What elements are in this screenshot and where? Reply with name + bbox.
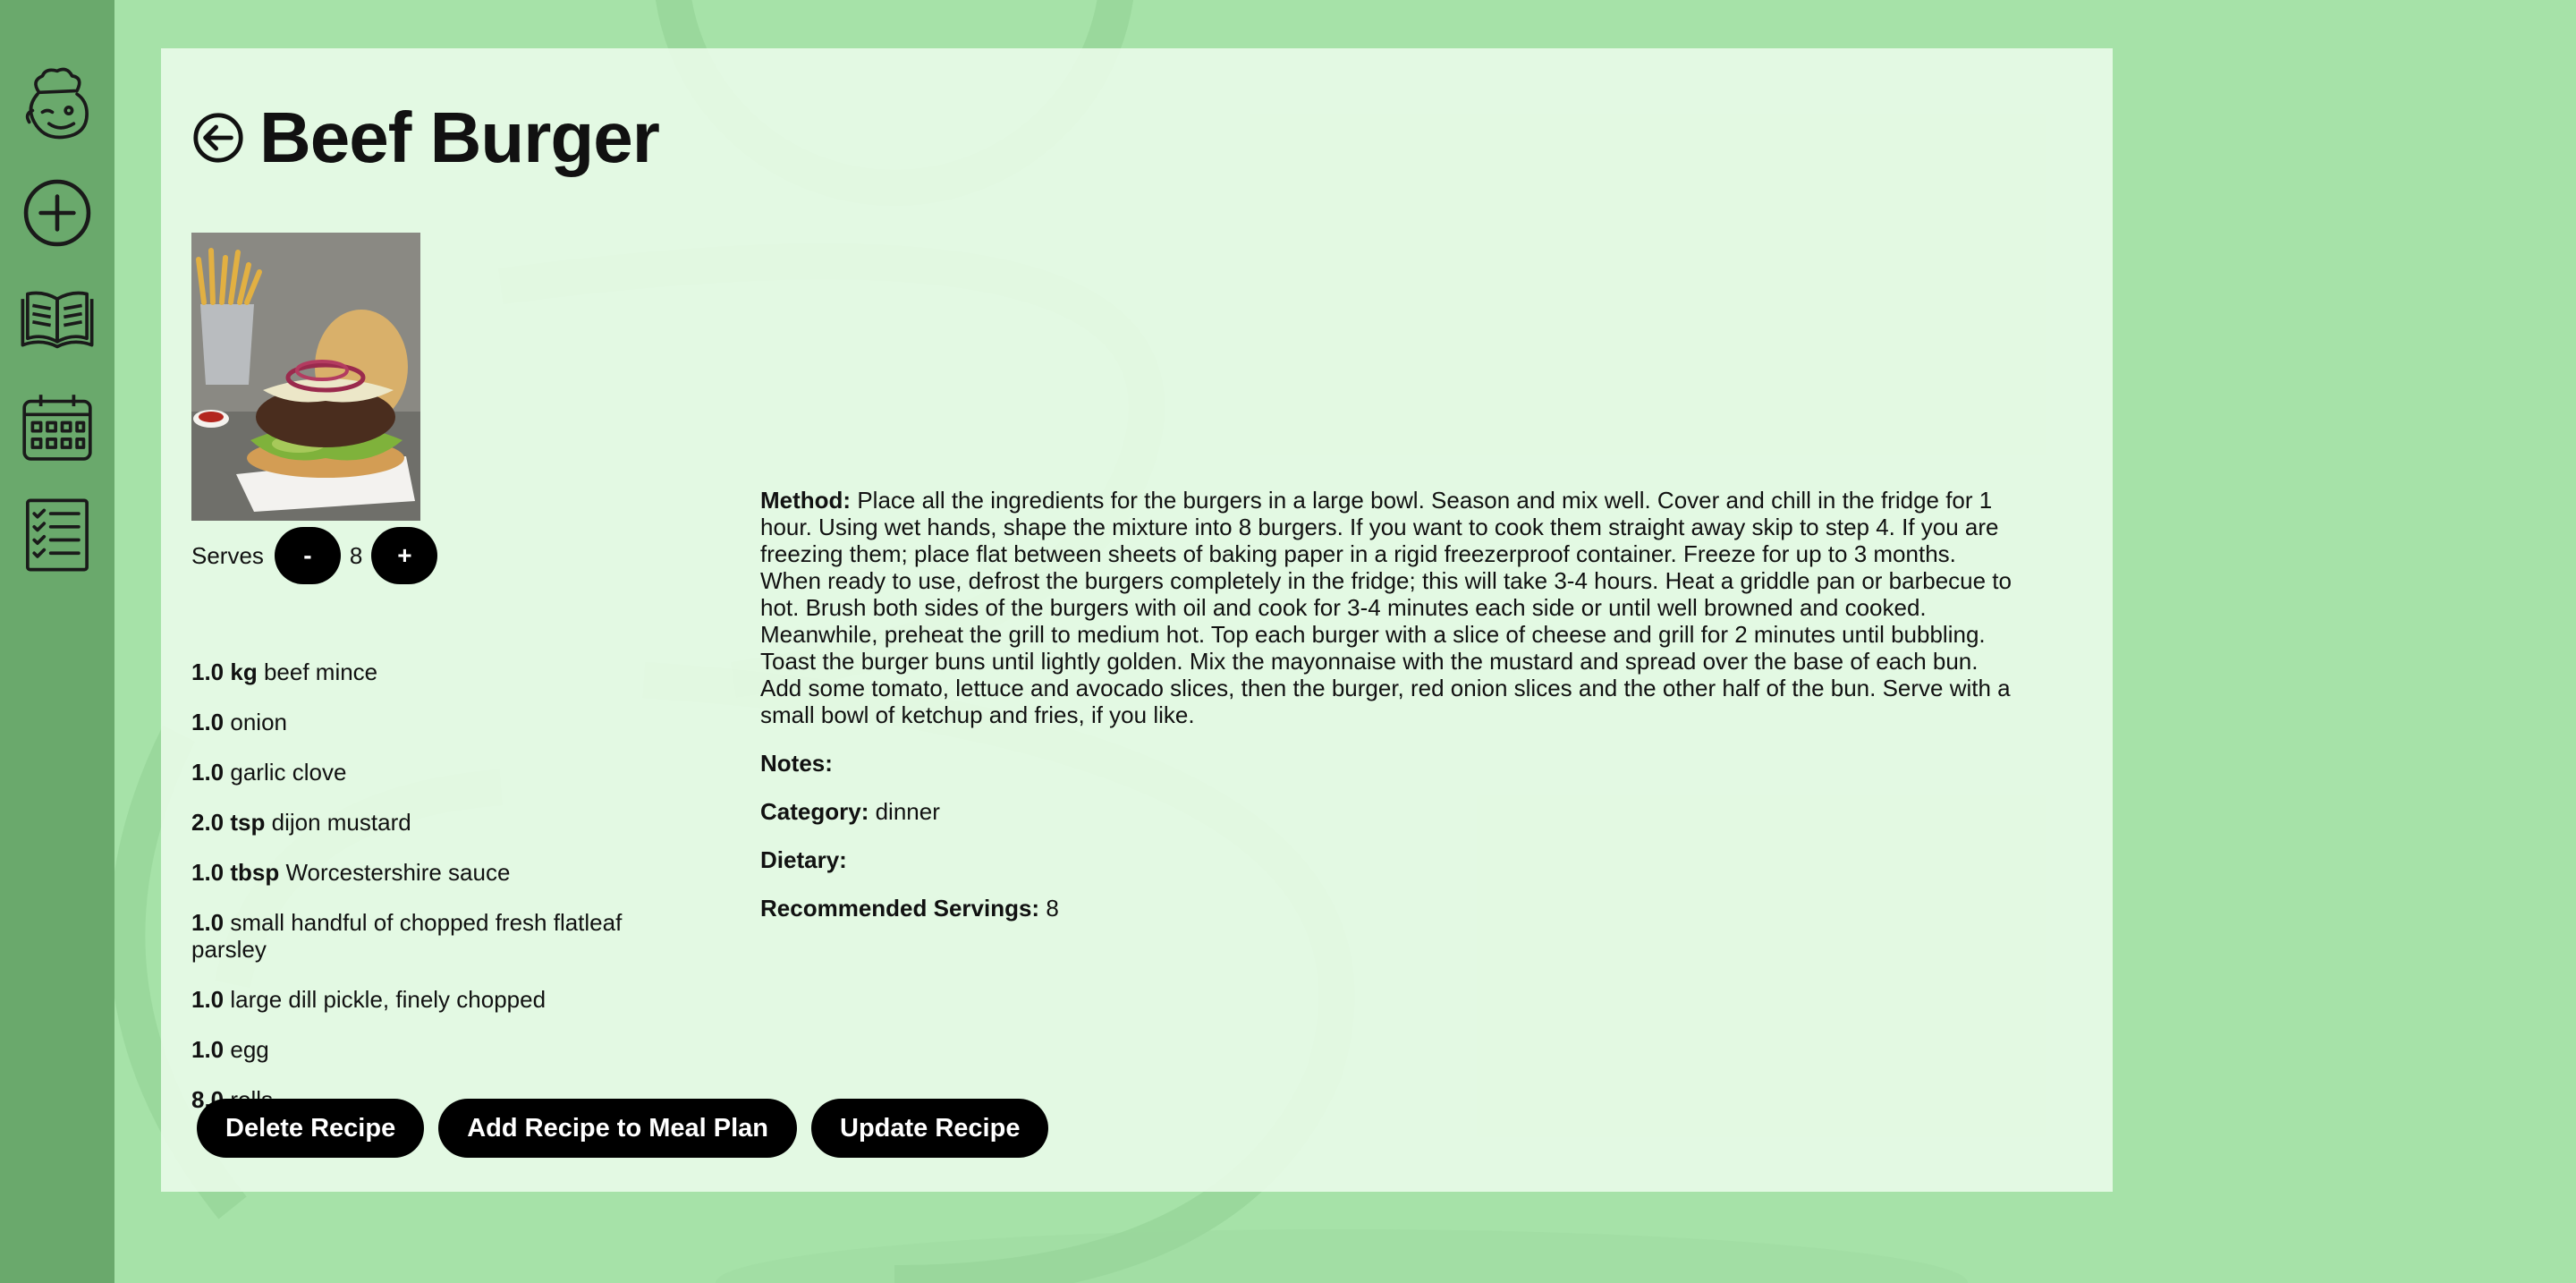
- serves-control: Serves - 8 +: [191, 526, 438, 585]
- ingredients-list: 1.0 kg beef mince 1.0 onion 1.0 garlic c…: [191, 658, 674, 1136]
- ingredient-item: 1.0 large dill pickle, finely chopped: [191, 986, 674, 1013]
- ingredient-item: 2.0 tsp dijon mustard: [191, 809, 674, 836]
- ingredient-name: Worcestershire sauce: [285, 859, 511, 886]
- ingredient-qty: 1.0: [191, 1036, 225, 1063]
- ingredient-qty: 1.0: [191, 986, 225, 1013]
- recipe-actions: Delete Recipe Add Recipe to Meal Plan Up…: [197, 1099, 1049, 1158]
- decrease-serves-button[interactable]: -: [274, 527, 341, 584]
- ingredient-item: 1.0 garlic clove: [191, 759, 674, 786]
- page-title: Beef Burger: [259, 98, 660, 177]
- recommended-servings-section: Recommended Servings: 8: [760, 895, 2021, 922]
- add-recipe-button[interactable]: [14, 170, 100, 256]
- ingredient-qty: 1.0: [191, 759, 225, 786]
- ingredient-name: large dill pickle, finely chopped: [230, 986, 547, 1013]
- dietary-section: Dietary:: [760, 846, 2021, 873]
- ingredient-qty: 1.0: [191, 709, 225, 735]
- plus-circle-icon: [23, 179, 91, 247]
- update-recipe-button[interactable]: Update Recipe: [811, 1099, 1049, 1158]
- checklist-icon: [26, 498, 89, 572]
- notes-section: Notes:: [760, 750, 2021, 777]
- notes-label: Notes:: [760, 750, 833, 777]
- ingredient-item: 1.0 small handful of chopped fresh flatl…: [191, 909, 674, 963]
- ingredient-name: egg: [230, 1036, 269, 1063]
- open-book-icon: [21, 291, 94, 349]
- dietary-label: Dietary:: [760, 846, 847, 873]
- arrow-left-circle-icon: [193, 113, 243, 163]
- meal-plan-button[interactable]: [14, 385, 100, 471]
- increase-serves-button[interactable]: +: [371, 527, 438, 584]
- ingredient-name: dijon mustard: [271, 809, 411, 836]
- ingredient-qty: 1.0: [191, 909, 225, 936]
- chef-logo-icon: [25, 67, 89, 140]
- ingredient-name: onion: [230, 709, 288, 735]
- method-text: Place all the ingredients for the burger…: [760, 487, 2012, 728]
- category-value: dinner: [875, 798, 940, 825]
- ingredient-item: 1.0 kg beef mince: [191, 658, 674, 685]
- recipes-button[interactable]: [14, 277, 100, 363]
- serves-count: 8: [349, 541, 363, 569]
- ingredient-name: garlic clove: [230, 759, 347, 786]
- ingredient-name: beef mince: [263, 658, 378, 685]
- recipe-details: Method: Place all the ingredients for th…: [760, 487, 2021, 943]
- ingredient-qty: 2.0 tsp: [191, 809, 266, 836]
- method-section: Method: Place all the ingredients for th…: [760, 487, 2021, 728]
- method-label: Method:: [760, 487, 852, 514]
- calendar-icon: [22, 395, 92, 461]
- recipe-header: Beef Burger: [190, 98, 660, 177]
- ingredient-qty: 1.0 kg: [191, 658, 258, 685]
- sidebar: [0, 0, 114, 1283]
- delete-recipe-button[interactable]: Delete Recipe: [197, 1099, 425, 1158]
- ingredient-item: 1.0 onion: [191, 709, 674, 735]
- add-to-meal-plan-button[interactable]: Add Recipe to Meal Plan: [438, 1099, 797, 1158]
- category-section: Category: dinner: [760, 798, 2021, 825]
- ingredient-item: 1.0 egg: [191, 1036, 674, 1063]
- category-label: Category:: [760, 798, 869, 825]
- ingredient-name: small handful of chopped fresh flatleaf …: [191, 909, 623, 963]
- recommended-servings-value: 8: [1046, 895, 1059, 922]
- back-button[interactable]: [190, 109, 247, 166]
- ingredient-qty: 1.0 tbsp: [191, 859, 280, 886]
- recipe-image: [191, 233, 420, 521]
- ingredient-item: 1.0 tbsp Worcestershire sauce: [191, 859, 674, 886]
- recipe-card: Beef Burger Serves - 8 + 1.0 kg beef min…: [161, 48, 2113, 1192]
- home-logo-button[interactable]: [14, 63, 100, 149]
- shopping-list-button[interactable]: [14, 492, 100, 578]
- serves-label: Serves: [191, 541, 264, 569]
- recommended-servings-label: Recommended Servings:: [760, 895, 1040, 922]
